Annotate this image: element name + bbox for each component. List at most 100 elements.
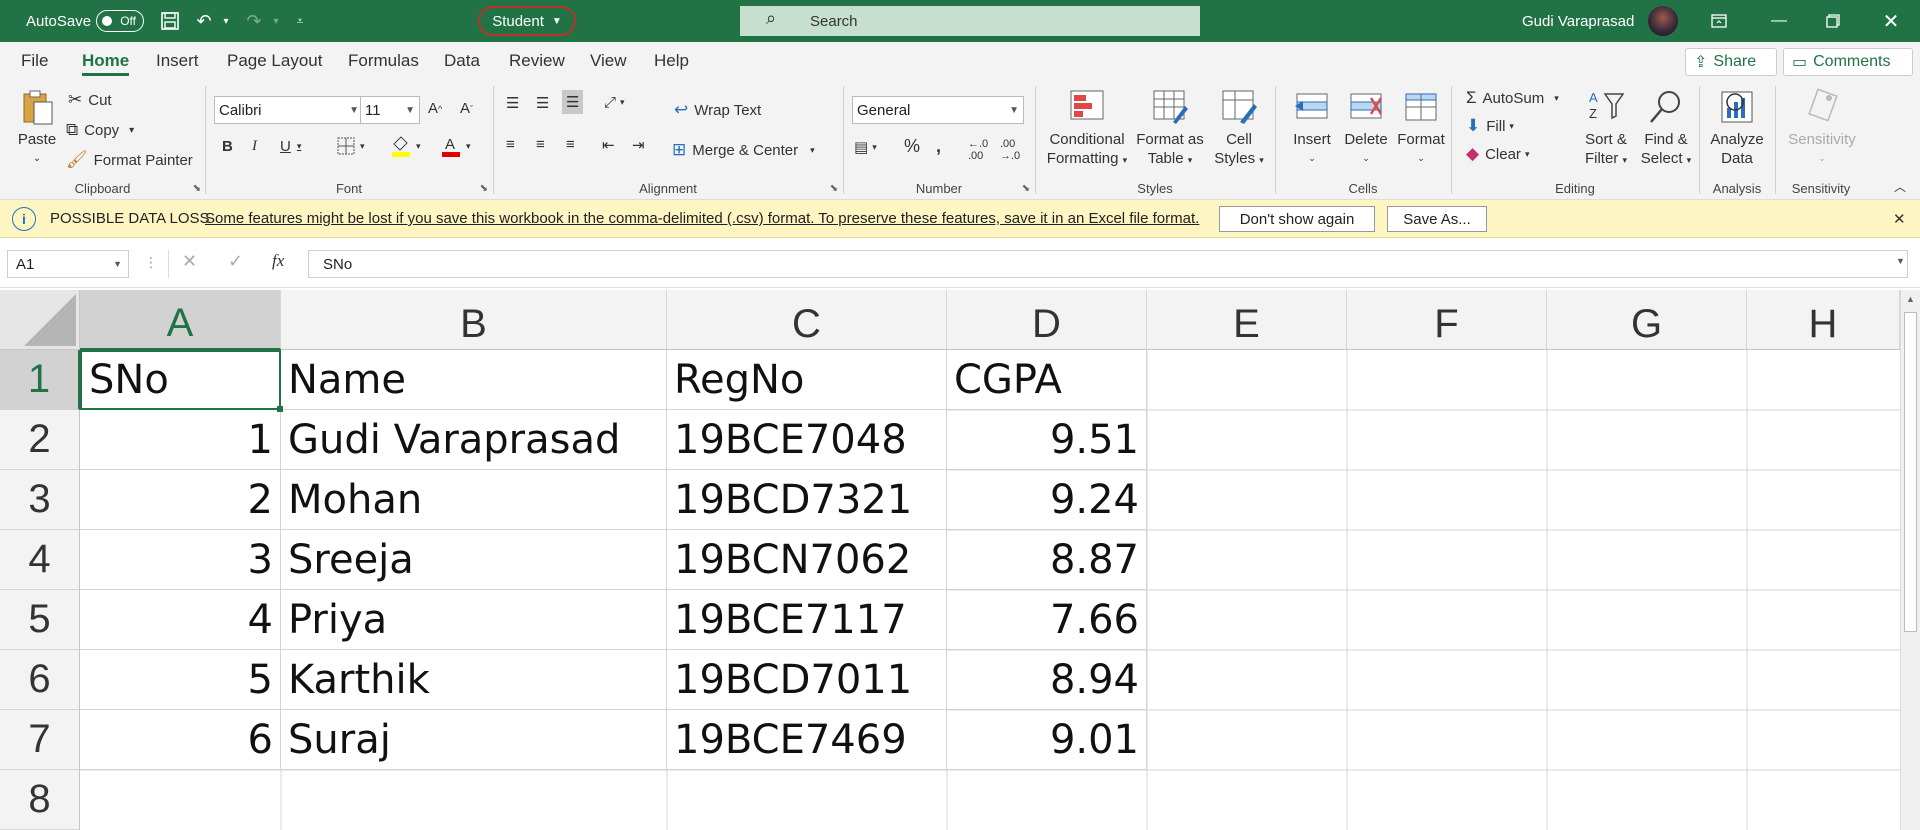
tab-view[interactable]: View — [590, 42, 627, 80]
format-cells-button[interactable]: Format ⌄ — [1394, 88, 1448, 168]
dialog-launcher-icon[interactable]: ⬊ — [830, 183, 838, 194]
tab-help[interactable]: Help — [654, 42, 689, 80]
fill-button[interactable]: ⬇ Fill ▾ — [1466, 116, 1514, 136]
accounting-format-icon[interactable]: ▤ ▾ — [854, 138, 877, 156]
wrap-text-button[interactable]: ↩ Wrap Text — [674, 100, 761, 120]
restore-icon[interactable] — [1810, 0, 1856, 42]
decrease-decimal-icon[interactable]: .00 →.0 — [1000, 138, 1020, 162]
decrease-indent-icon[interactable]: ⇤ — [602, 136, 615, 154]
dialog-launcher-icon[interactable]: ⬊ — [480, 183, 488, 194]
comments-button[interactable]: ▭ Comments — [1783, 48, 1913, 76]
column-header-a[interactable]: A — [80, 290, 281, 350]
column-header-e[interactable]: E — [1147, 290, 1347, 350]
save-as-button[interactable]: Save As... — [1387, 206, 1487, 232]
tab-insert[interactable]: Insert — [156, 42, 199, 80]
tab-review[interactable]: Review — [509, 42, 565, 80]
column-header-f[interactable]: F — [1347, 290, 1547, 350]
row-header-3[interactable]: 3 — [0, 470, 80, 530]
ribbon-display-icon[interactable] — [1696, 0, 1742, 42]
dialog-launcher-icon[interactable]: ⬊ — [193, 183, 201, 194]
font-color-icon[interactable]: A ▾ — [440, 134, 471, 158]
minimize-icon[interactable]: — — [1756, 0, 1802, 42]
row-header-1[interactable]: 1 — [0, 350, 80, 410]
align-top-icon[interactable]: ☰ — [506, 94, 519, 112]
conditional-formatting-button[interactable]: Conditional Formatting ▾ — [1046, 88, 1128, 170]
vertical-scrollbar[interactable]: ▲ — [1900, 290, 1920, 830]
row-header-4[interactable]: 4 — [0, 530, 80, 590]
collapse-ribbon-icon[interactable]: ︿ — [1894, 178, 1906, 195]
bold-button[interactable]: B — [222, 138, 233, 155]
percent-icon[interactable]: % — [904, 136, 920, 157]
column-header-g[interactable]: G — [1547, 290, 1747, 350]
scrollbar-thumb[interactable] — [1904, 312, 1917, 632]
comma-style-icon[interactable]: , — [936, 136, 941, 157]
increase-decimal-icon[interactable]: ←.0.00 — [968, 138, 988, 162]
align-middle-icon[interactable]: ☰ — [536, 94, 549, 112]
share-button[interactable]: ⇪ Share — [1685, 48, 1777, 76]
find-select-button[interactable]: Find & Select ▾ — [1636, 88, 1696, 170]
insert-cells-button[interactable]: Insert ⌄ — [1286, 88, 1338, 168]
align-left-icon[interactable]: ≡ — [506, 136, 515, 153]
spreadsheet-grid[interactable]: A B C D E F G H 1 2 3 4 5 6 7 8 SNo Name… — [0, 290, 1920, 830]
row-header-7[interactable]: 7 — [0, 710, 80, 770]
fill-color-icon[interactable]: ▾ — [390, 134, 421, 158]
align-bottom-icon[interactable]: ☰ — [562, 90, 584, 114]
cell-styles-button[interactable]: Cell Styles ▾ — [1210, 88, 1268, 170]
close-icon[interactable]: ✕ — [1893, 210, 1906, 228]
paste-button[interactable]: Paste ⌄ — [12, 88, 62, 168]
align-center-icon[interactable]: ≡ — [536, 136, 545, 153]
increase-font-icon[interactable]: A ^ — [428, 100, 442, 117]
autosave-toggle[interactable]: Off — [96, 10, 144, 32]
clear-button[interactable]: ◆ Clear ▾ — [1466, 144, 1529, 164]
row-header-8[interactable]: 8 — [0, 770, 80, 830]
increase-indent-icon[interactable]: ⇥ — [632, 136, 645, 154]
column-header-b[interactable]: B — [281, 290, 667, 350]
row-header-5[interactable]: 5 — [0, 590, 80, 650]
italic-button[interactable]: I — [252, 138, 257, 155]
autosum-button[interactable]: Σ AutoSum ▾ — [1466, 88, 1559, 108]
font-name-select[interactable]: Calibri ▼ — [214, 96, 364, 124]
tab-data[interactable]: Data — [444, 42, 480, 80]
enter-icon[interactable]: ✓ — [228, 251, 243, 272]
merge-center-button[interactable]: ⊞ Merge & Center ▾ — [672, 140, 815, 160]
orientation-icon[interactable]: ⤢ ▾ — [604, 94, 625, 111]
format-painter-button[interactable]: 🖌 Format Painter — [66, 150, 193, 170]
row-header-2[interactable]: 2 — [0, 410, 80, 470]
sort-filter-button[interactable]: AZ Sort & Filter ▾ — [1578, 88, 1634, 170]
expand-formula-icon[interactable]: ▼ — [1896, 256, 1905, 266]
borders-icon[interactable]: ▾ — [336, 136, 365, 156]
message-text[interactable]: Some features might be lost if you save … — [205, 210, 1199, 227]
underline-button[interactable]: U ▾ — [280, 138, 301, 155]
column-header-h[interactable]: H — [1747, 290, 1900, 350]
customize-toolbar-icon[interactable]: ⩡ — [286, 0, 314, 42]
copy-button[interactable]: ⧉ Copy ▾ — [66, 120, 134, 140]
tab-file[interactable]: File — [21, 42, 48, 80]
tab-formulas[interactable]: Formulas — [348, 42, 419, 80]
cut-button[interactable]: ✂ Cut — [68, 90, 112, 110]
dialog-launcher-icon[interactable]: ⬊ — [1022, 183, 1030, 194]
avatar[interactable] — [1648, 6, 1678, 36]
column-header-d[interactable]: D — [947, 290, 1147, 350]
save-icon[interactable] — [156, 0, 184, 42]
font-size-select[interactable]: 11 ▼ — [360, 96, 420, 124]
user-name[interactable]: Gudi Varaprasad — [1522, 0, 1634, 42]
row-header-6[interactable]: 6 — [0, 650, 80, 710]
column-header-c[interactable]: C — [667, 290, 947, 350]
tab-home[interactable]: Home — [82, 42, 130, 80]
document-title[interactable]: Student ▼ — [478, 6, 576, 36]
tab-page-layout[interactable]: Page Layout — [227, 42, 322, 80]
sensitivity-button[interactable]: Sensitivity ⌄ — [1780, 88, 1864, 168]
cancel-icon[interactable]: ✕ — [182, 251, 197, 272]
name-box[interactable]: A1 ▼ — [7, 250, 129, 278]
delete-cells-button[interactable]: Delete ⌄ — [1340, 88, 1392, 168]
decrease-font-icon[interactable]: Aˇ — [460, 100, 473, 117]
scroll-up-icon[interactable]: ▲ — [1906, 294, 1915, 304]
analyze-data-button[interactable]: Analyze Data — [1704, 88, 1770, 168]
dont-show-again-button[interactable]: Don't show again — [1219, 206, 1375, 232]
undo-dropdown-icon[interactable]: ▾ — [212, 0, 240, 42]
number-format-select[interactable]: General ▼ — [852, 96, 1024, 124]
formula-input[interactable]: SNo — [308, 250, 1908, 278]
insert-function-icon[interactable]: fx — [272, 251, 284, 271]
align-right-icon[interactable]: ≡ — [566, 136, 575, 153]
search-box[interactable]: ⌕ Search — [740, 6, 1200, 36]
